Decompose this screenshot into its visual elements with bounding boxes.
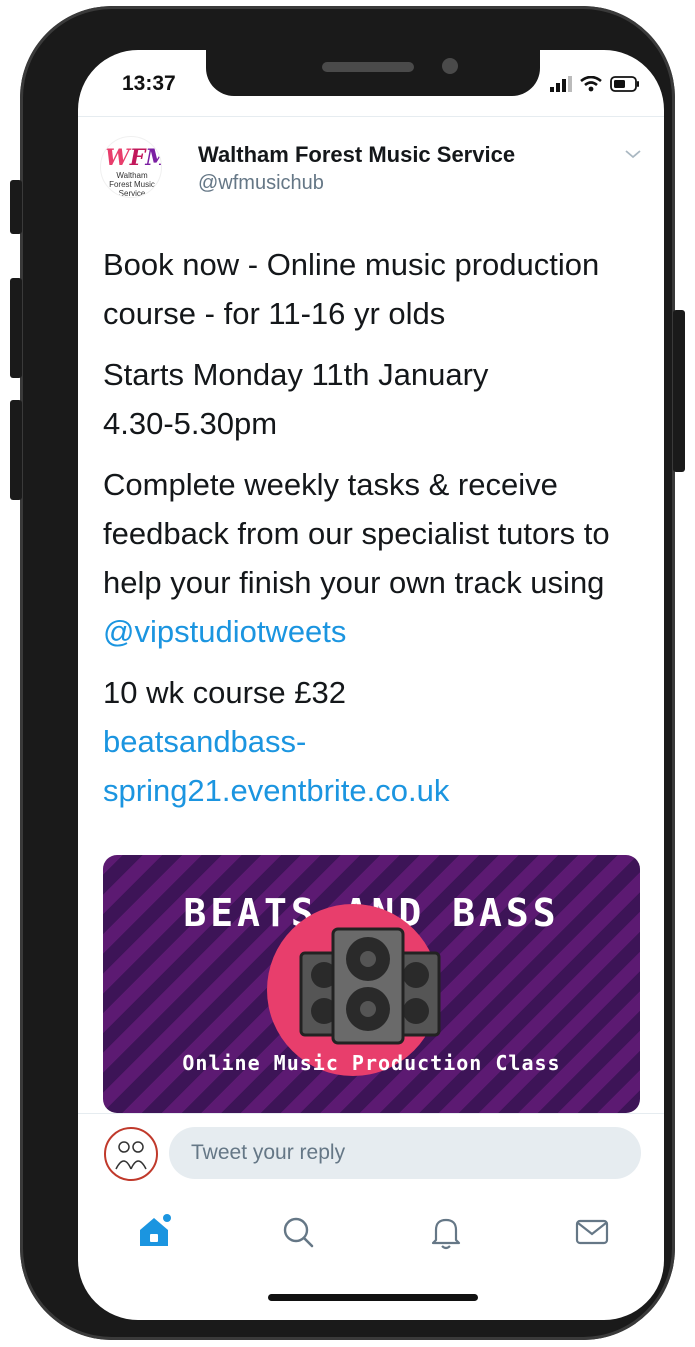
cellular-signal-icon xyxy=(550,76,572,92)
tweet-paragraph: Book now - Online music production cours… xyxy=(103,247,600,331)
chevron-down-icon[interactable] xyxy=(624,148,642,160)
header-divider xyxy=(78,116,664,117)
speaker xyxy=(322,62,414,72)
wifi-icon xyxy=(580,76,602,92)
user-avatar-icon xyxy=(109,1132,153,1176)
reply-divider xyxy=(78,1113,664,1114)
status-icons xyxy=(550,74,640,94)
front-camera xyxy=(442,58,458,74)
tweet-paragraph: Complete weekly tasks & receive feedback… xyxy=(103,460,648,656)
messages-icon[interactable] xyxy=(572,1212,612,1252)
home-icon[interactable] xyxy=(134,1212,174,1252)
logo-part-w: W xyxy=(105,145,132,171)
home-indicator[interactable] xyxy=(268,1294,478,1301)
search-icon[interactable] xyxy=(278,1212,318,1252)
mute-switch xyxy=(10,180,22,234)
author-avatar[interactable]: WFMS Waltham Forest Music Service xyxy=(100,136,162,198)
logo-part-f: F xyxy=(129,145,147,171)
screen: 13:37 WFMS xyxy=(78,50,664,1320)
author-handle[interactable]: @wfmusichub xyxy=(198,172,324,195)
phone-frame: 13:37 WFMS xyxy=(20,6,675,1340)
eventbrite-link[interactable]: beatsandbass-spring21.eventbrite.co.uk xyxy=(103,724,449,808)
tweet-text-span: 10 wk course £32 xyxy=(103,675,346,710)
reply-input[interactable]: Tweet your reply xyxy=(169,1127,641,1179)
svg-text:WFMS: WFMS xyxy=(105,145,161,171)
notch xyxy=(206,50,540,96)
mention-link[interactable]: @vipstudiotweets xyxy=(103,614,346,649)
tweet-text-span: Complete weekly tasks & receive feedback… xyxy=(103,467,610,600)
logo-part-m: M xyxy=(144,145,161,171)
notifications-icon[interactable] xyxy=(426,1212,466,1252)
volume-down-button xyxy=(10,400,22,500)
volume-up-button xyxy=(10,278,22,378)
tweet-paragraph: 10 wk course £32 beatsandbass-spring21.e… xyxy=(103,668,483,815)
user-avatar[interactable] xyxy=(104,1127,158,1181)
tweet-media-image[interactable]: BEATS AND BASS Online Music Production C… xyxy=(103,855,640,1113)
tab-bar xyxy=(78,1200,664,1270)
tweet-paragraph: Starts Monday 11th January 4.30-5.30pm xyxy=(103,357,489,441)
reply-placeholder: Tweet your reply xyxy=(191,1141,346,1164)
tweet-body: Book now - Online music production cours… xyxy=(103,240,648,827)
author-display-name[interactable]: Waltham Forest Music Service xyxy=(198,142,515,168)
avatar-logo-subtitle: Waltham Forest Music Service xyxy=(109,171,155,198)
status-time: 13:37 xyxy=(122,72,176,95)
battery-icon xyxy=(610,76,639,92)
power-button xyxy=(673,310,685,472)
media-subtitle: Online Music Production Class xyxy=(182,1051,561,1075)
